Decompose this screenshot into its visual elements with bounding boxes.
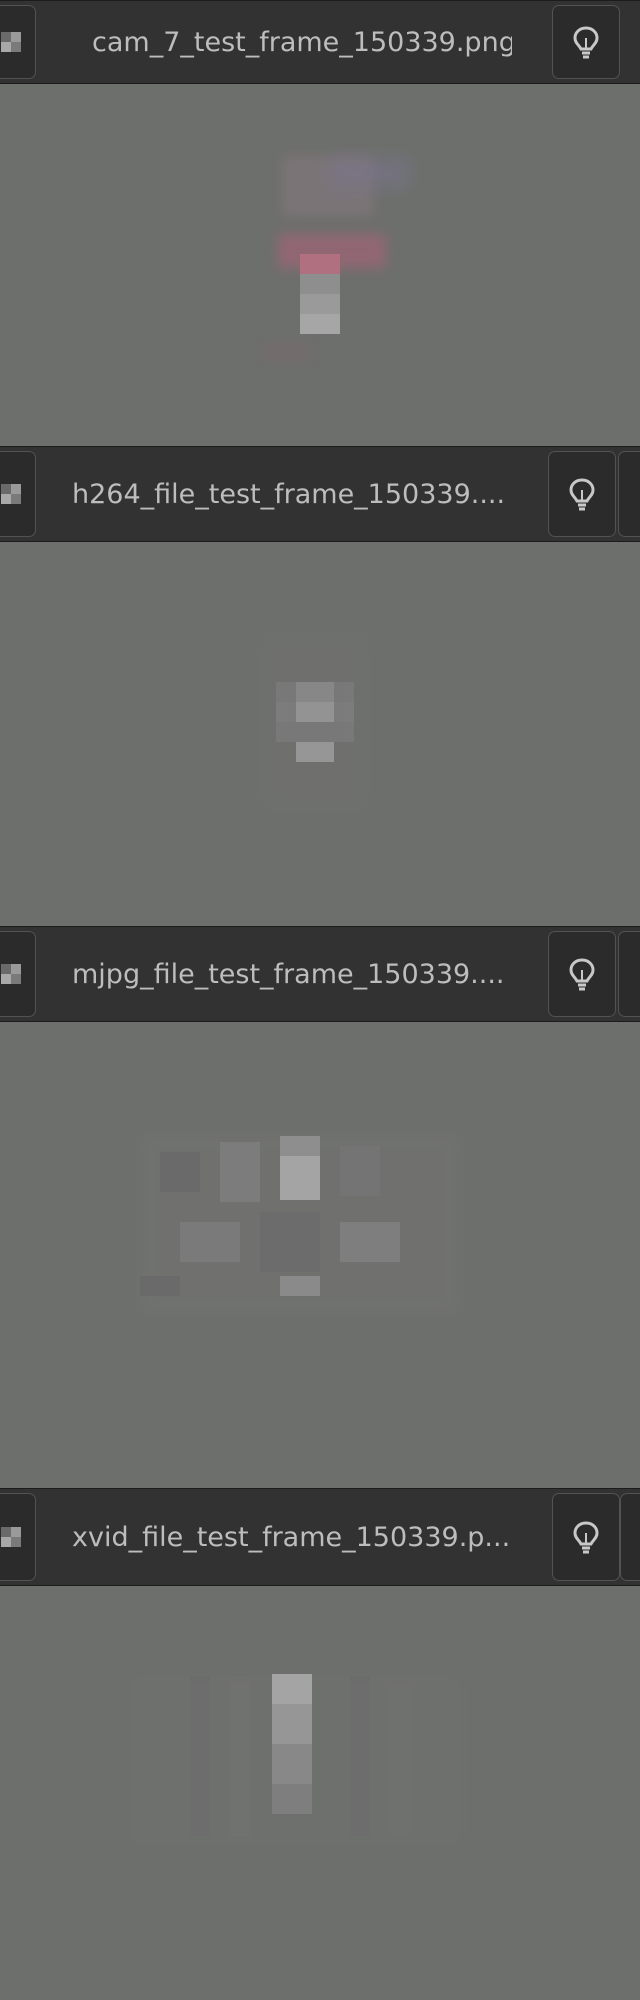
- image-frame: [0, 1586, 640, 2000]
- image-viewer-mjpg: mjpg_file_test_frame_150339....: [0, 926, 640, 1490]
- hint-button[interactable]: [548, 451, 616, 537]
- grid-icon: [1, 32, 21, 52]
- file-title: cam_7_test_frame_150339.png: [92, 26, 512, 58]
- lightbulb-icon: [572, 25, 600, 59]
- hint-button[interactable]: [548, 931, 616, 1017]
- more-button[interactable]: [618, 451, 640, 537]
- lightbulb-icon: [568, 477, 596, 511]
- file-title: xvid_file_test_frame_150339.p...: [72, 1521, 511, 1553]
- hint-button[interactable]: [552, 5, 620, 79]
- grid-icon: [1, 964, 21, 984]
- image-viewer-cam7: cam_7_test_frame_150339.png: [0, 0, 640, 448]
- viewer-header: cam_7_test_frame_150339.png: [0, 0, 640, 84]
- viewer-header: h264_file_test_frame_150339....: [0, 446, 640, 542]
- lightbulb-icon: [568, 957, 596, 991]
- image-viewer-xvid: xvid_file_test_frame_150339.p...: [0, 1488, 640, 2000]
- lightbulb-icon: [572, 1520, 600, 1554]
- grid-icon: [1, 1527, 21, 1547]
- grid-toggle-button[interactable]: [0, 451, 36, 537]
- grid-toggle-button[interactable]: [0, 5, 36, 79]
- image-frame: [0, 1022, 640, 1490]
- image-frame: [0, 542, 640, 926]
- grid-icon: [1, 484, 21, 504]
- more-button[interactable]: [620, 1493, 640, 1581]
- grid-toggle-button[interactable]: [0, 931, 36, 1017]
- image-frame: [0, 84, 640, 448]
- file-title: mjpg_file_test_frame_150339....: [72, 958, 505, 990]
- more-button[interactable]: [618, 931, 640, 1017]
- hint-button[interactable]: [552, 1493, 620, 1581]
- image-viewer-h264: h264_file_test_frame_150339....: [0, 446, 640, 926]
- viewer-header: mjpg_file_test_frame_150339....: [0, 926, 640, 1022]
- viewer-header: xvid_file_test_frame_150339.p...: [0, 1488, 640, 1586]
- file-title: h264_file_test_frame_150339....: [72, 478, 506, 510]
- grid-toggle-button[interactable]: [0, 1493, 36, 1581]
